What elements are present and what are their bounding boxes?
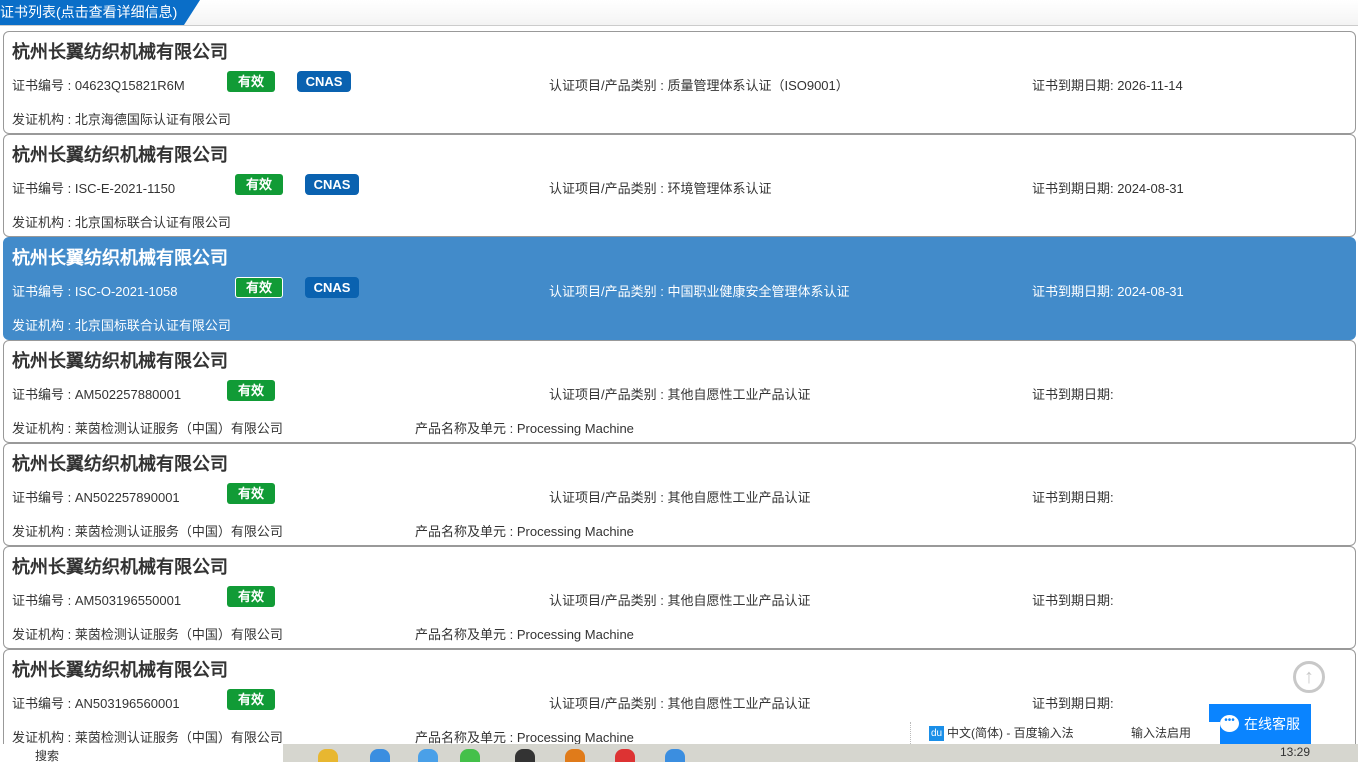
wechat-icon[interactable] [460,749,480,762]
cert-number: 证书编号 : AN502257890001 [12,490,180,505]
ime-bar[interactable]: du 中文(简体) - 百度输入法 输入法启用 [910,722,1220,744]
browser2-icon[interactable] [418,749,438,762]
certificate-list: 杭州长翼纺织机械有限公司 证书编号 : 04623Q15821R6M 有效 CNA… [3,31,1356,752]
cert-number: 证书编号 : ISC-E-2021-1150 [12,181,176,196]
certificate-card[interactable]: 杭州长翼纺织机械有限公司 证书编号 : AM503196550001 有效 认证项… [3,546,1356,649]
certificate-card[interactable]: 杭州长翼纺织机械有限公司 证书编号 : AM502257880001 有效 认证项… [3,340,1356,443]
cert-category: 认证项目/产品类别 : 其他自愿性工业产品认证 [549,696,811,711]
cert-expiry: 证书到期日期: [1032,490,1114,505]
issuing-org: 发证机构 : 北京海德国际认证有限公司 [12,112,231,127]
company-name: 杭州长翼纺织机械有限公司 [12,454,228,474]
issuing-org: 发证机构 : 北京国标联合认证有限公司 [12,318,231,333]
cert-category: 认证项目/产品类别 : 其他自愿性工业产品认证 [549,387,811,402]
app4-icon[interactable] [665,749,685,762]
cert-category: 认证项目/产品类别 : 其他自愿性工业产品认证 [549,490,811,505]
issuing-org: 发证机构 : 莱茵检测认证服务（中国）有限公司 [12,421,283,436]
cert-category: 认证项目/产品类别 : 质量管理体系认证（ISO9001） [549,78,849,93]
status-badge: 有效 [227,483,275,504]
cert-expiry: 证书到期日期: 2024-08-31 [1032,181,1184,196]
app-icon[interactable] [515,749,535,762]
company-name: 杭州长翼纺织机械有限公司 [12,145,228,165]
certificate-card[interactable]: 杭州长翼纺织机械有限公司 证书编号 : 04623Q15821R6M 有效 CNA… [3,31,1356,134]
cert-expiry: 证书到期日期: [1032,593,1114,608]
cnas-badge: CNAS [297,71,351,92]
browser-icon[interactable] [370,749,390,762]
status-badge: 有效 [227,586,275,607]
cert-number: 证书编号 : AN503196560001 [12,696,180,711]
cnas-badge: CNAS [305,174,359,195]
product-name: 产品名称及单元 : Processing Machine [415,524,634,539]
online-service-button[interactable]: ••• 在线客服 [1209,704,1311,744]
cert-number: 证书编号 : ISC-O-2021-1058 [12,284,178,299]
cert-expiry: 证书到期日期: [1032,387,1114,402]
folder-icon[interactable] [318,749,338,762]
status-badge: 有效 [235,277,283,298]
certificate-card[interactable]: 杭州长翼纺织机械有限公司 证书编号 : ISC-O-2021-1058 有效 CN… [3,237,1356,340]
app2-icon[interactable] [565,749,585,762]
company-name: 杭州长翼纺织机械有限公司 [12,351,228,371]
cert-number: 证书编号 : AM502257880001 [12,387,182,402]
certificate-card[interactable]: 杭州长翼纺织机械有限公司 证书编号 : ISC-E-2021-1150 有效 CN… [3,134,1356,237]
cert-expiry: 证书到期日期: [1032,696,1114,711]
header-tab: 证书列表(点击查看详细信息) [0,0,200,25]
ime-language[interactable]: 中文(简体) - 百度输入法 [947,722,1074,744]
issuing-org: 发证机构 : 莱茵检测认证服务（中国）有限公司 [12,627,283,642]
cert-category: 认证项目/产品类别 : 其他自愿性工业产品认证 [549,593,811,608]
app3-icon[interactable] [615,749,635,762]
company-name: 杭州长翼纺织机械有限公司 [12,557,228,577]
taskbar-search[interactable]: 搜索 [0,744,283,763]
search-label: 搜索 [35,749,60,763]
cert-expiry: 证书到期日期: 2024-08-31 [1032,284,1184,299]
clock: 13:29 [1280,745,1311,759]
certificate-card[interactable]: 杭州长翼纺织机械有限公司 证书编号 : AN502257890001 有效 认证项… [3,443,1356,546]
cert-category: 认证项目/产品类别 : 中国职业健康安全管理体系认证 [549,284,850,299]
ime-state[interactable]: 输入法启用 [1131,722,1191,744]
issuing-org: 发证机构 : 北京国标联合认证有限公司 [12,215,231,230]
taskbar: 搜索 13:29 [0,744,1358,763]
status-badge: 有效 [227,71,275,92]
chat-label: 在线客服 [1244,716,1300,732]
product-name: 产品名称及单元 : Processing Machine [415,627,634,642]
chat-bubble-icon: ••• [1220,715,1239,732]
company-name: 杭州长翼纺织机械有限公司 [12,660,228,680]
cnas-badge: CNAS [305,277,359,298]
product-name: 产品名称及单元 : Processing Machine [415,421,634,436]
cert-number: 证书编号 : AM503196550001 [12,593,182,608]
cert-expiry: 证书到期日期: 2026-11-14 [1032,78,1183,93]
list-header: 证书列表(点击查看详细信息) [0,0,1358,26]
cert-number: 证书编号 : 04623Q15821R6M [12,78,185,93]
company-name: 杭州长翼纺织机械有限公司 [12,248,228,268]
scroll-top-button[interactable]: ↑ [1293,661,1325,693]
cert-category: 认证项目/产品类别 : 环境管理体系认证 [549,181,772,196]
arrow-up-icon: ↑ [1304,666,1314,688]
issuing-org: 发证机构 : 莱茵检测认证服务（中国）有限公司 [12,524,283,539]
status-badge: 有效 [227,380,275,401]
baidu-ime-icon: du [929,726,944,741]
status-badge: 有效 [227,689,275,710]
status-badge: 有效 [235,174,283,195]
company-name: 杭州长翼纺织机械有限公司 [12,42,228,62]
